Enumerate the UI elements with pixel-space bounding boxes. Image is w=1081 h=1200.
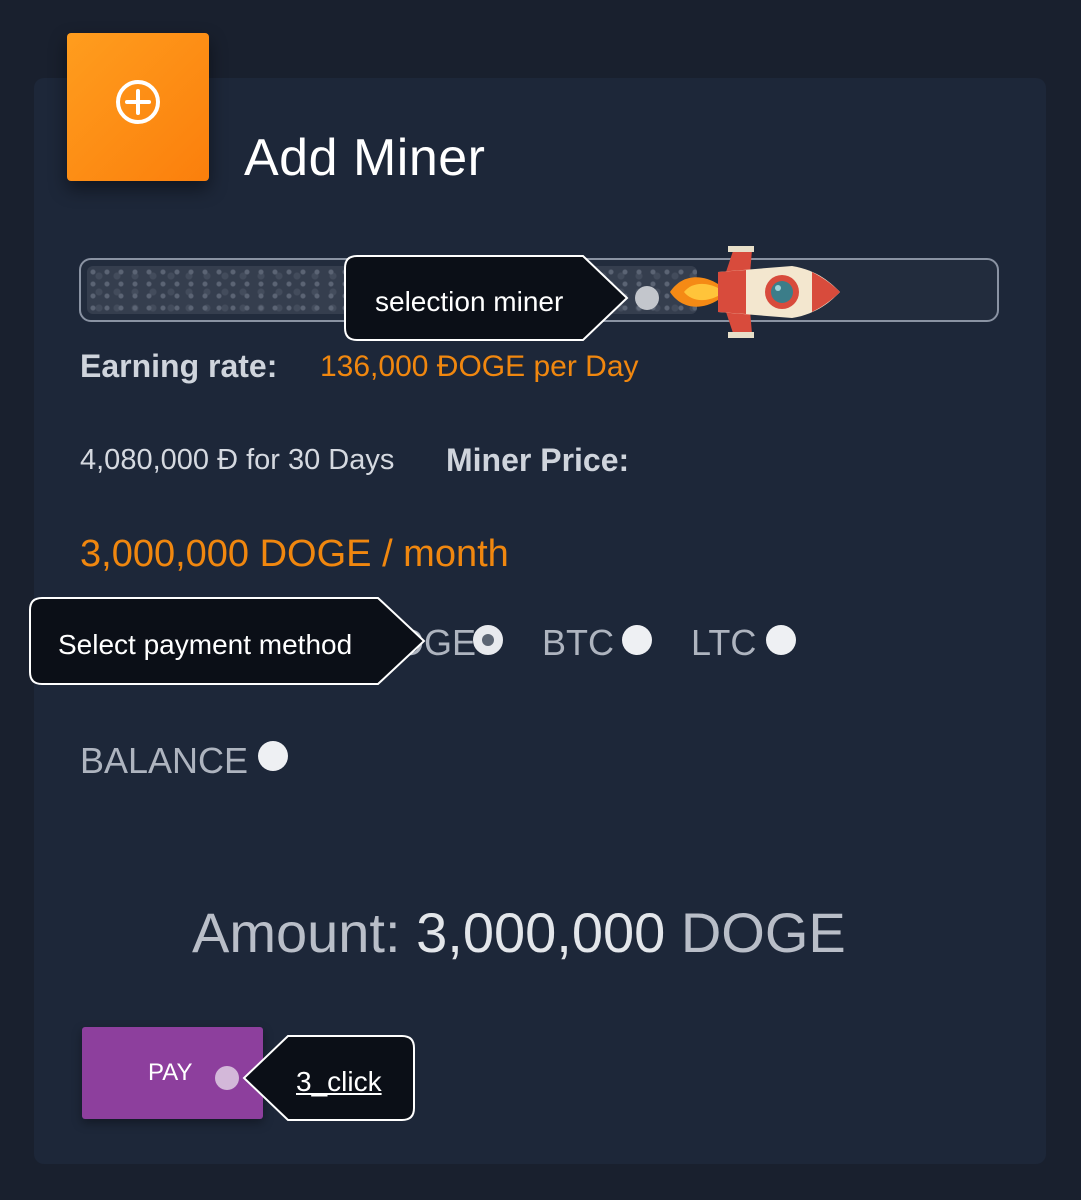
payment-radio-doge[interactable] — [473, 625, 503, 655]
amount-line: Amount: 3,000,000 DOGE — [192, 900, 846, 965]
amount-label: Amount: — [192, 901, 401, 964]
rocket-icon[interactable] — [662, 244, 846, 340]
earning-rate-value: 136,000 ĐOGE per Day — [320, 350, 639, 383]
pay-tooltip-text: 3_click — [296, 1066, 382, 1097]
payment-radio-balance[interactable] — [258, 741, 288, 771]
payment-option-ltc-label: LTC — [691, 622, 757, 663]
page-title: Add Miner — [244, 129, 486, 187]
amount-unit: DOGE — [680, 901, 846, 964]
payment-option-btc-label: BTC — [542, 622, 614, 663]
amount-value: 3,000,000 — [416, 901, 666, 964]
miner-price-value: 3,000,000 DOGE / month — [80, 533, 509, 575]
earning-rate-label: Earning rate: — [80, 348, 278, 384]
payment-tooltip-text: Select payment method — [58, 629, 353, 660]
pay-click-marker — [215, 1066, 239, 1090]
monthly-earning: 4,080,000 Đ for 30 Days — [80, 444, 395, 476]
payment-radio-btc[interactable] — [622, 625, 652, 655]
slider-tooltip-text: selection miner — [375, 286, 564, 317]
add-miner-badge — [67, 33, 209, 181]
payment-option-balance-label: BALANCE — [80, 740, 249, 781]
slider-handle[interactable] — [635, 286, 659, 310]
miner-price-label: Miner Price: — [446, 442, 630, 478]
payment-radio-ltc[interactable] — [766, 625, 796, 655]
plus-circle-icon — [116, 80, 160, 124]
